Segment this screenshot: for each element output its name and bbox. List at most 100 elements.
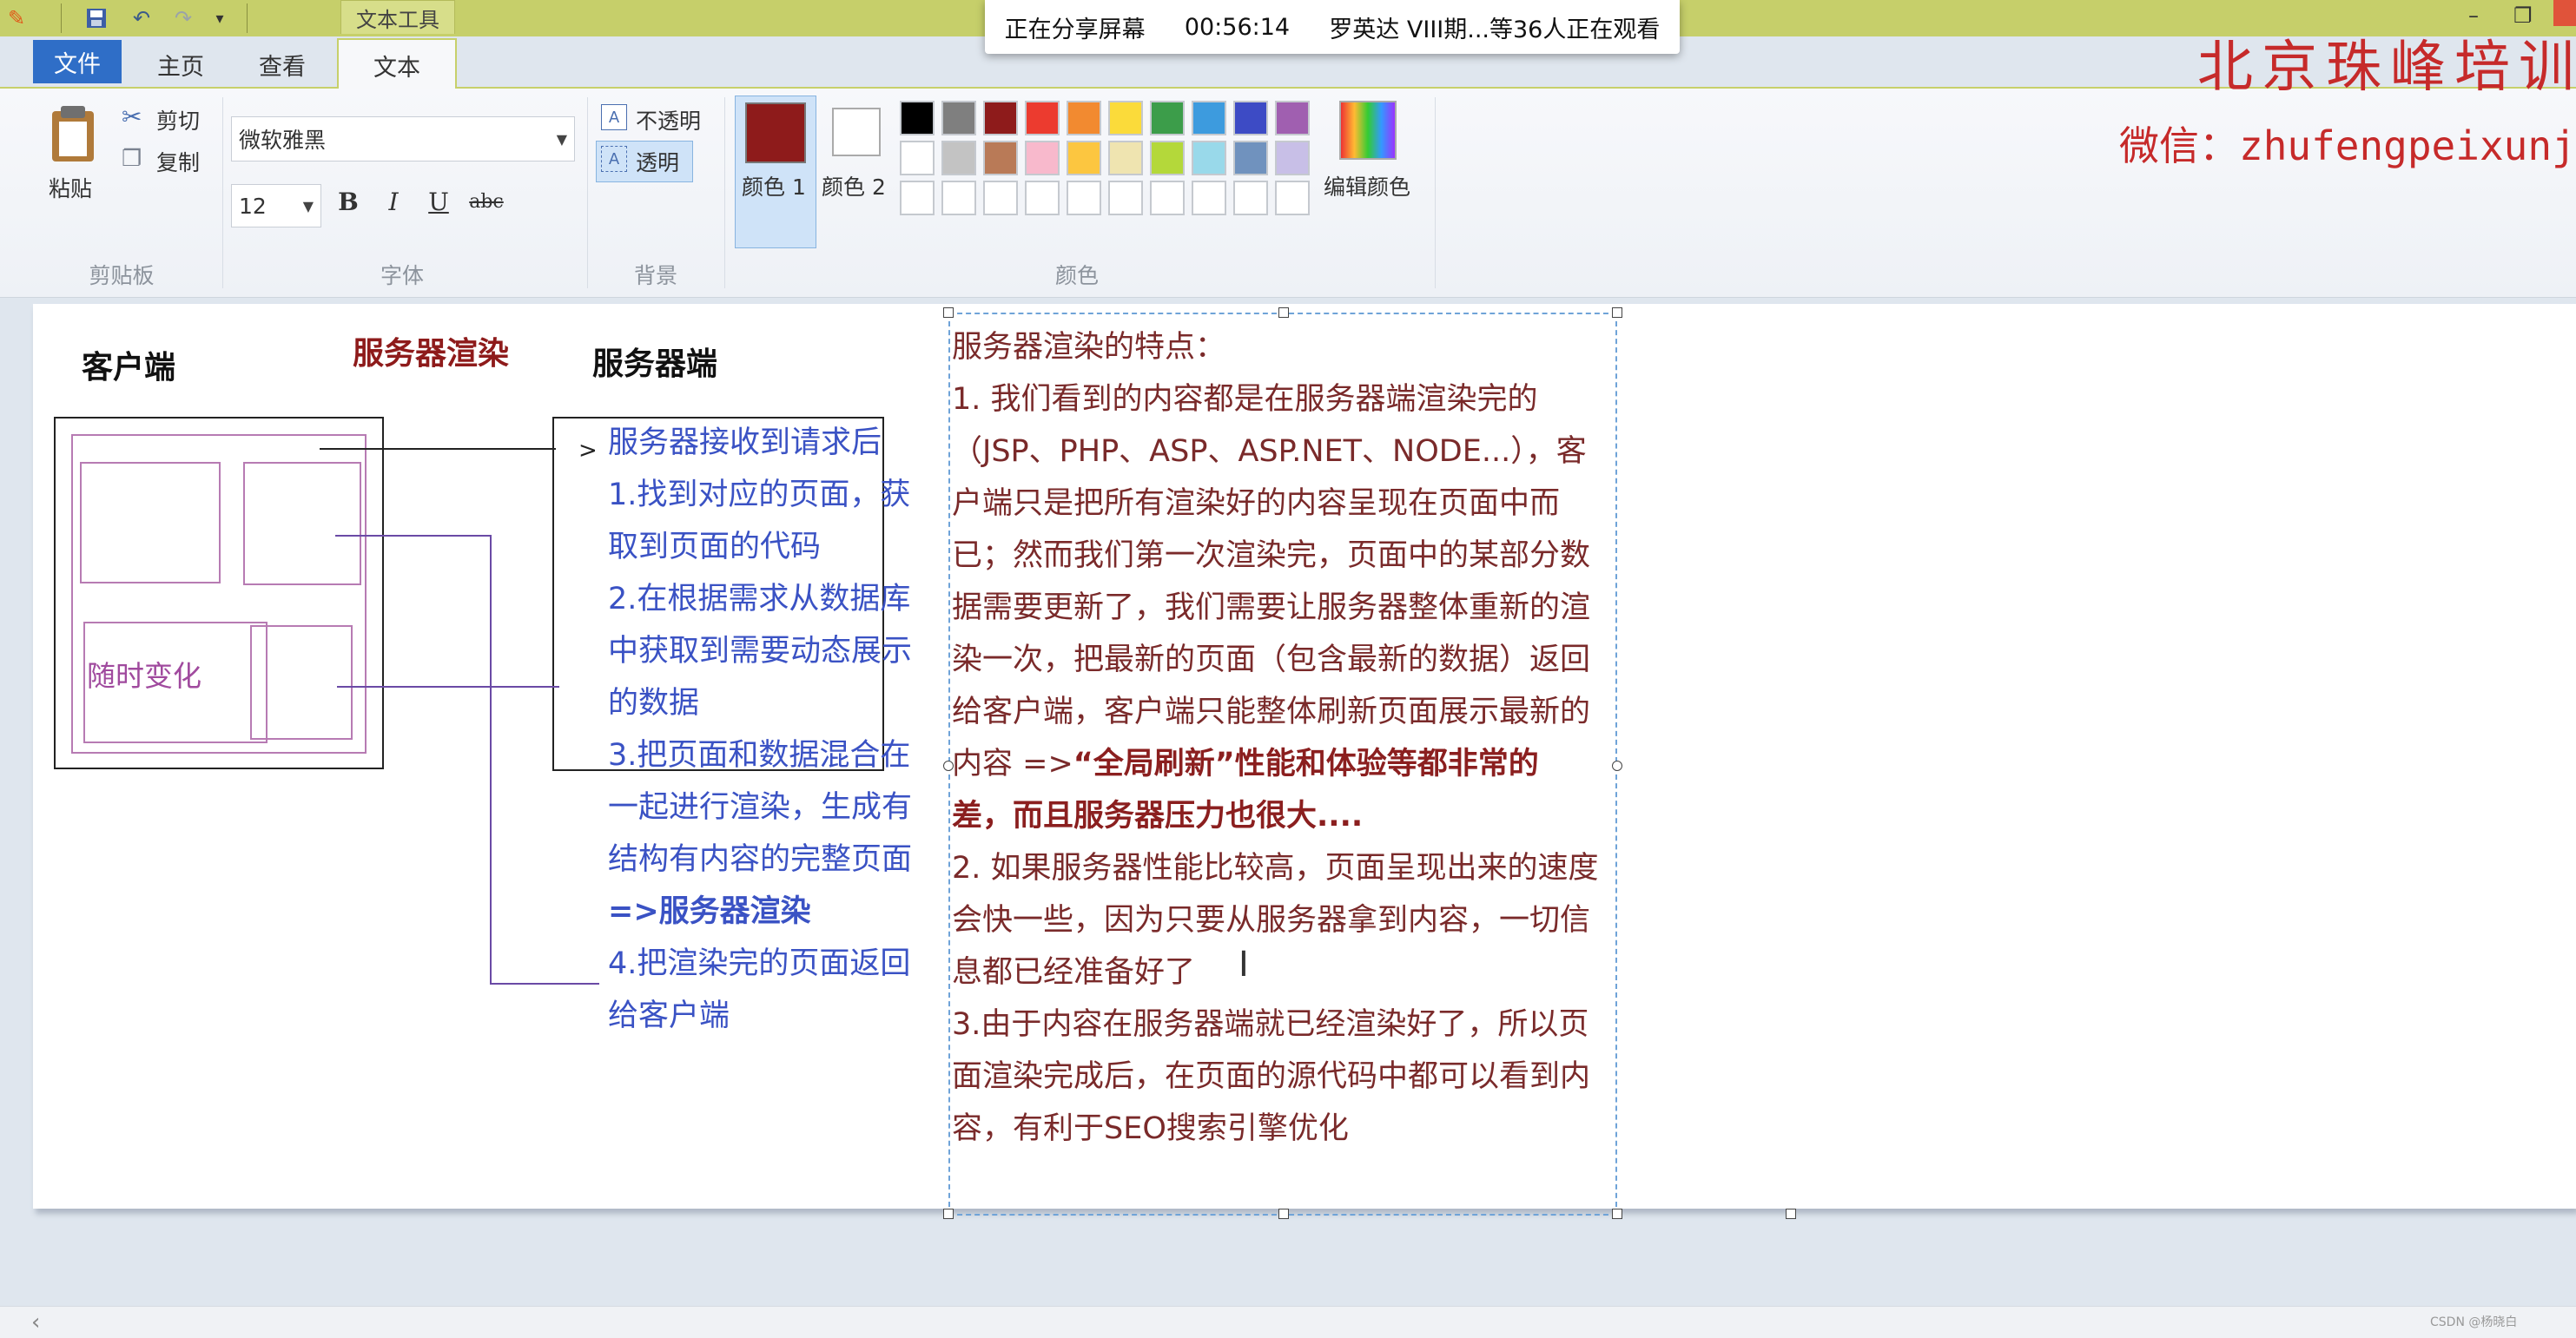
tab-view[interactable]: 查看	[240, 40, 325, 89]
opaque-button[interactable]: 不透明	[636, 104, 701, 135]
palette-swatch[interactable]	[1108, 141, 1143, 175]
arrow-head-icon: >	[578, 438, 598, 464]
palette-swatch[interactable]	[983, 101, 1018, 135]
strikethrough-button[interactable]: abc	[466, 186, 507, 217]
underline-button[interactable]: U	[424, 186, 453, 217]
separator	[247, 3, 248, 33]
group-label-background: 背景	[633, 263, 677, 288]
palette-swatch[interactable]	[1150, 141, 1185, 175]
tab-file[interactable]: 文件	[33, 40, 122, 83]
save-icon[interactable]	[83, 5, 109, 31]
palette-swatch[interactable]	[900, 181, 935, 215]
palette-swatch[interactable]	[1025, 141, 1060, 175]
resize-handle[interactable]	[1612, 307, 1622, 318]
server-steps: 服务器接收到请求后 1.找到对应的页面，获 取到页面的代码 2.在根据需求从数据库 中获…	[608, 417, 929, 1042]
features-line: 2. 如果服务器性能比较高，页面呈现出来的速度	[952, 851, 1599, 886]
features-lines-2: 2. 如果服务器性能比较高，页面呈现出来的速度 会快一些，因为只要从服务器拿到内容…	[952, 842, 1621, 1155]
customize-quick-access-icon[interactable]: ▾	[207, 5, 233, 31]
server-step-line: 的数据	[608, 686, 700, 721]
resize-handle[interactable]	[943, 307, 954, 318]
features-line: 染一次，把最新的页面（包含最新的数据）返回	[952, 643, 1591, 677]
bold-button[interactable]: B	[334, 186, 363, 217]
response-line	[335, 535, 492, 537]
palette-swatch[interactable]	[1025, 101, 1060, 135]
palette-swatch[interactable]	[1233, 181, 1268, 215]
features-heading: 服务器渲染的特点：	[952, 330, 1226, 365]
response-line	[490, 535, 492, 985]
resize-handle[interactable]	[1278, 1209, 1289, 1219]
edit-colors-button[interactable]: 编辑颜色	[1324, 170, 1410, 201]
transparent-button[interactable]: 透明	[636, 146, 679, 177]
paste-button[interactable]: 粘贴	[49, 172, 92, 203]
palette-swatch[interactable]	[1108, 101, 1143, 135]
copy-icon: ❐	[122, 146, 142, 172]
client-label: 客户端	[82, 350, 176, 386]
italic-button[interactable]: I	[379, 186, 408, 217]
palette-swatch[interactable]	[1233, 101, 1268, 135]
edit-colors-icon[interactable]	[1339, 101, 1397, 160]
features-line-8: 内容 =>“全局刷新”性能和体验等都非常的	[952, 747, 1539, 781]
server-step-line: 一起进行渲染，生成有	[608, 790, 913, 825]
palette-swatch[interactable]	[1150, 101, 1185, 135]
color2-swatch[interactable]	[832, 108, 881, 156]
resize-handle[interactable]	[1612, 1209, 1622, 1219]
server-step-line: 3.把页面和数据混合在	[608, 738, 911, 773]
server-step-line: 中获取到需要动态展示	[608, 634, 913, 669]
palette-swatch[interactable]	[1067, 181, 1101, 215]
server-step-line: 服务器接收到请求后	[608, 425, 882, 460]
scroll-left-icon[interactable]: ‹	[31, 1309, 40, 1335]
tab-text[interactable]: 文本	[337, 38, 457, 90]
palette-swatch[interactable]	[983, 141, 1018, 175]
palette-swatch[interactable]	[1067, 101, 1101, 135]
features-line: 容，有利于SEO搜索引擎优化	[952, 1111, 1349, 1146]
canvas-resize-handle[interactable]	[1786, 1209, 1796, 1219]
font-family-select[interactable]: 微软雅黑 ▼	[231, 116, 575, 161]
palette-swatch[interactable]	[1108, 181, 1143, 215]
resize-handle[interactable]	[943, 1209, 954, 1219]
features-lines: 1. 我们看到的内容都是在服务器端渲染完的 （JSP、PHP、ASP、ASP.NE…	[952, 373, 1621, 738]
font-size-select[interactable]: 12 ▼	[231, 184, 321, 227]
copy-button[interactable]: 复制	[156, 146, 200, 177]
palette-swatch[interactable]	[900, 101, 935, 135]
palette-swatch[interactable]	[983, 181, 1018, 215]
palette-swatch[interactable]	[941, 101, 976, 135]
paste-icon[interactable]	[47, 102, 99, 165]
group-separator	[1435, 97, 1436, 288]
server-step-line: 2.在根据需求从数据库	[608, 582, 911, 616]
palette-swatch[interactable]	[1192, 101, 1226, 135]
server-step-line: 结构有内容的完整页面	[608, 842, 913, 877]
paint-app-icon[interactable]: ✎	[3, 5, 30, 31]
features-line: 已；然而我们第一次渲染完，页面中的某部分数	[952, 538, 1591, 573]
palette-swatch[interactable]	[900, 141, 935, 175]
palette-swatch[interactable]	[1275, 101, 1310, 135]
palette-swatch[interactable]	[941, 181, 976, 215]
cut-button[interactable]: 剪切	[156, 104, 200, 135]
opaque-icon: A	[601, 104, 627, 130]
palette-swatch[interactable]	[1067, 141, 1101, 175]
tab-home[interactable]: 主页	[139, 40, 222, 89]
palette-swatch[interactable]	[1275, 141, 1310, 175]
features-text[interactable]: 服务器渲染的特点： 1. 我们看到的内容都是在服务器端渲染完的 （JSP、PHP、…	[952, 321, 1621, 1155]
horizontal-scrollbar[interactable]	[0, 1306, 2576, 1338]
undo-icon[interactable]: ↶	[129, 5, 155, 31]
palette-swatch[interactable]	[1192, 181, 1226, 215]
palette-swatch[interactable]	[1233, 141, 1268, 175]
palette-swatch[interactable]	[1192, 141, 1226, 175]
redo-icon[interactable]: ↷	[170, 5, 196, 31]
palette-swatch[interactable]	[1025, 181, 1060, 215]
palette-swatch[interactable]	[1275, 181, 1310, 215]
palette-swatch[interactable]	[1150, 181, 1185, 215]
color2-label[interactable]: 颜色 2	[822, 170, 886, 201]
text-cursor-icon: I	[1238, 945, 1249, 985]
server-step-line: =>服务器渲染	[608, 894, 811, 929]
resize-handle[interactable]	[1278, 307, 1289, 318]
response-line	[490, 983, 599, 985]
data-line	[337, 686, 559, 688]
ssr-label: 服务器渲染	[353, 336, 510, 372]
share-viewers[interactable]: 罗英达 VIII期...等36人正在观看	[1329, 10, 1660, 44]
features-line: 给客户端，客户端只能整体刷新页面展示最新的	[952, 695, 1591, 729]
content-block	[243, 462, 361, 585]
server-step-line: 1.找到对应的页面，获	[608, 478, 911, 512]
palette-swatch[interactable]	[941, 141, 976, 175]
features-line: 息都已经准备好了	[952, 955, 1196, 990]
